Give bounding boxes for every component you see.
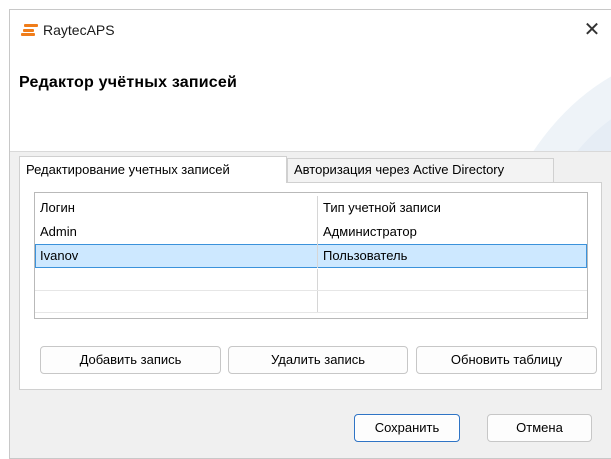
cell-empty (317, 291, 587, 312)
app-logo-icon (21, 24, 38, 36)
cell-empty (317, 269, 587, 290)
column-header-login[interactable]: Логин (35, 196, 317, 220)
tab-panel-edit-accounts: Логин Тип учетной записи Admin Администр… (19, 182, 602, 390)
dialog-window: RaytecAPS ✕ Редактор учётных записей Ред… (9, 9, 611, 459)
save-button[interactable]: Сохранить (354, 414, 460, 442)
refresh-table-button[interactable]: Обновить таблицу (416, 346, 597, 374)
cell-empty (35, 291, 317, 312)
tab-active-directory[interactable]: Авторизация через Active Directory (287, 158, 554, 182)
table-row[interactable]: Admin Администратор (35, 220, 587, 244)
add-record-button[interactable]: Добавить запись (40, 346, 221, 374)
table-row-empty[interactable] (35, 269, 587, 291)
close-button[interactable]: ✕ (572, 10, 611, 48)
cancel-button[interactable]: Отмена (487, 414, 592, 442)
accounts-table[interactable]: Логин Тип учетной записи Admin Администр… (34, 192, 588, 319)
tab-label: Редактирование учетных записей (26, 162, 230, 177)
table-header-row: Логин Тип учетной записи (35, 196, 587, 220)
tab-edit-accounts[interactable]: Редактирование учетных записей (19, 156, 287, 183)
column-header-account-type[interactable]: Тип учетной записи (317, 196, 587, 220)
page-title: Редактор учётных записей (19, 74, 238, 91)
table-row-selected[interactable]: Ivanov Пользователь (35, 244, 587, 268)
table-row-empty[interactable] (35, 291, 587, 313)
tab-label: Авторизация через Active Directory (294, 162, 505, 177)
title-bar[interactable]: RaytecAPS ✕ (10, 10, 611, 48)
cell-account-type: Пользователь (317, 244, 587, 268)
header-decoration (533, 76, 611, 151)
close-icon: ✕ (583, 18, 601, 41)
cell-account-type: Администратор (317, 220, 587, 244)
cell-empty (35, 269, 317, 290)
delete-record-button[interactable]: Удалить запись (228, 346, 408, 374)
dialog-header: Редактор учётных записей (10, 48, 611, 152)
cell-login: Ivanov (40, 248, 79, 263)
window-title: RaytecAPS (43, 22, 115, 38)
cell-login: Admin (40, 224, 77, 239)
